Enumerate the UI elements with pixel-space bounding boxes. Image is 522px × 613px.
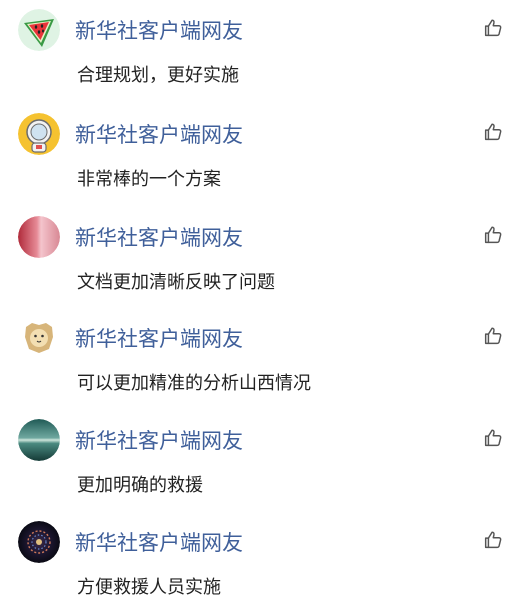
comment-text: 更加明确的救援 — [77, 475, 203, 496]
comment-item: 新华社客户端网友 合理规划，更好实施 — [0, 0, 522, 100]
comment-item: 新华社客户端网友 文档更加清晰反映了问题 — [0, 207, 522, 307]
comment-text: 文档更加清晰反映了问题 — [77, 272, 275, 293]
watermelon-avatar-icon[interactable] — [18, 9, 60, 51]
lion-avatar-icon[interactable] — [18, 317, 60, 359]
username[interactable]: 新华社客户端网友 — [75, 426, 243, 456]
comment-list: 新华社客户端网友 合理规划，更好实施 新华社客户端网友 非常棒的一个方案 新华社… — [0, 0, 522, 613]
thumbs-up-icon[interactable] — [482, 224, 504, 246]
comment-text: 方便救援人员实施 — [77, 577, 221, 598]
comment-item: 新华社客户端网友 可以更加精准的分析山西情况 — [0, 308, 522, 408]
comment-item: 新华社客户端网友 更加明确的救援 — [0, 410, 522, 510]
username[interactable]: 新华社客户端网友 — [75, 223, 243, 253]
comment-text: 可以更加精准的分析山西情况 — [77, 373, 311, 394]
thumbs-up-icon[interactable] — [482, 427, 504, 449]
comment-item: 新华社客户端网友 非常棒的一个方案 — [0, 104, 522, 204]
thumbs-up-icon[interactable] — [482, 529, 504, 551]
username[interactable]: 新华社客户端网友 — [75, 120, 243, 150]
galaxy-avatar-icon[interactable] — [18, 521, 60, 563]
thumbs-up-icon[interactable] — [482, 17, 504, 39]
comment-item: 新华社客户端网友 方便救援人员实施 — [0, 512, 522, 612]
comment-text: 非常棒的一个方案 — [77, 169, 221, 190]
pink-sphere-avatar-icon[interactable] — [18, 216, 60, 258]
astronaut-avatar-icon[interactable] — [18, 113, 60, 155]
username[interactable]: 新华社客户端网友 — [75, 16, 243, 46]
username[interactable]: 新华社客户端网友 — [75, 528, 243, 558]
comment-text: 合理规划，更好实施 — [77, 65, 239, 86]
thumbs-up-icon[interactable] — [482, 121, 504, 143]
username[interactable]: 新华社客户端网友 — [75, 324, 243, 354]
seascape-avatar-icon[interactable] — [18, 419, 60, 461]
thumbs-up-icon[interactable] — [482, 325, 504, 347]
